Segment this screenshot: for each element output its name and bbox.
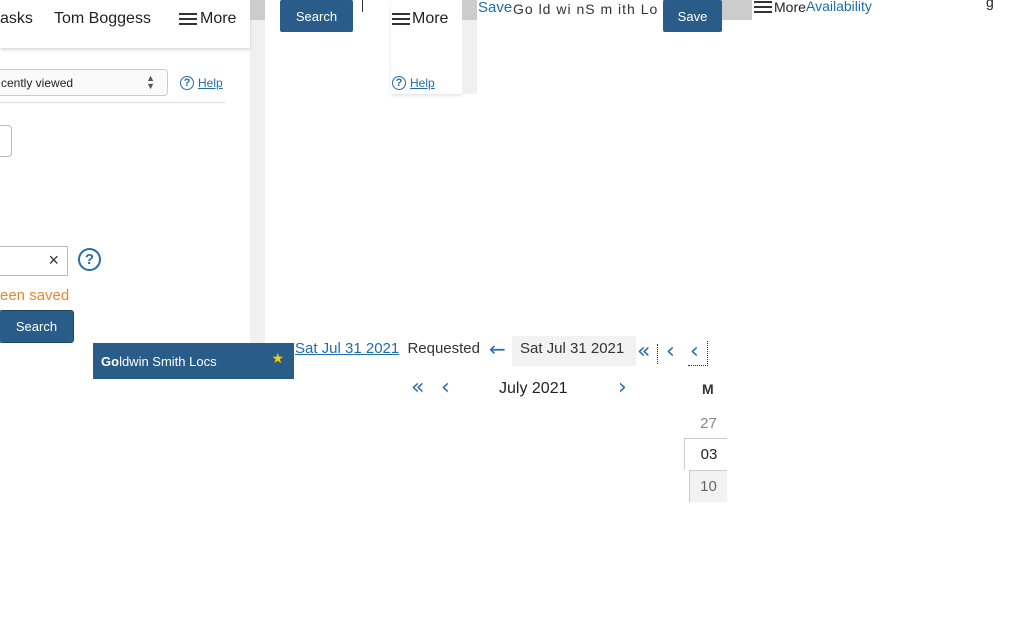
double-chevron-left-icon[interactable]: « <box>637 341 650 363</box>
help-link-c[interactable]: ? Help <box>392 76 435 90</box>
calendar-next-month-icon[interactable]: › <box>618 377 627 399</box>
date-link[interactable]: Sat Jul 31 2021 <box>295 340 399 357</box>
nav-tasks-link[interactable]: asks <box>0 10 33 28</box>
nav-more-label: More <box>412 10 449 27</box>
chevron-left-icon-focused[interactable]: ‹ <box>688 341 708 366</box>
search-button-a[interactable]: Search <box>0 310 74 343</box>
tail-text: g <box>986 0 994 10</box>
help-link-a[interactable]: ? Help <box>180 76 223 90</box>
cursor-mark <box>362 0 363 12</box>
date-text: Sat Jul 31 2021 <box>520 340 625 357</box>
select-arrows-icon: ▲ ▼ <box>146 73 155 91</box>
calendar-day-cell[interactable]: 10 <box>689 470 727 502</box>
back-arrow-icon[interactable]: ← <box>489 337 506 361</box>
calendar-month-title: July 2021 <box>499 380 568 397</box>
help-circle-icon-large[interactable]: ? <box>78 248 101 271</box>
calendar-prev-month-icon[interactable]: ‹ <box>441 377 450 399</box>
nav-more-button-c[interactable]: More <box>392 10 448 28</box>
favorite-item-goldwin-smith-locs[interactable]: Go ldwin Smith Locs ★ <box>93 343 294 379</box>
help-circle-icon: ? <box>392 76 406 90</box>
left-gutter <box>250 0 265 343</box>
nav-user-name[interactable]: Tom Boggess <box>54 10 151 28</box>
recently-viewed-value: cently viewed <box>1 75 74 90</box>
focus-dots <box>657 344 659 364</box>
nav-more-label: More <box>200 10 237 27</box>
saved-status-message: een saved <box>0 287 70 304</box>
search-input-a[interactable]: × <box>0 246 68 276</box>
calendar-day-number: 27 <box>700 414 717 432</box>
help-circle-icon: ? <box>180 76 194 90</box>
calendar-day-cell[interactable]: 27 <box>690 408 727 438</box>
calendar-prev-year-icon[interactable]: « <box>411 377 424 399</box>
save-link[interactable]: Save <box>478 0 512 16</box>
calendar-day-cell[interactable]: 03 <box>684 438 727 470</box>
save-button[interactable]: Save <box>663 0 722 32</box>
hamburger-icon <box>179 10 197 28</box>
divider-a <box>0 102 225 103</box>
garbled-title: Go ld wi nS m ith Lo c s <box>513 1 685 17</box>
panel-c-header-strip <box>462 0 477 20</box>
clear-icon[interactable]: × <box>48 250 59 271</box>
nav-more-button-e[interactable]: More <box>754 0 806 16</box>
star-icon[interactable]: ★ <box>271 351 284 367</box>
requested-label: Requested <box>407 340 480 357</box>
recently-viewed-select[interactable]: cently viewed ▲ ▼ <box>0 69 168 96</box>
nav-more-button[interactable]: More <box>179 10 236 28</box>
calendar-day-header-monday: M <box>702 381 714 397</box>
help-label: Help <box>410 76 435 90</box>
favorite-label-bold: Go <box>101 353 120 369</box>
availability-link[interactable]: Availability <box>806 0 872 14</box>
favorite-label: ldwin Smith Locs <box>119 353 217 369</box>
calendar-day-number: 03 <box>700 446 718 463</box>
calendar-day-number: 10 <box>700 478 717 495</box>
hamburger-icon <box>754 0 772 16</box>
text-input-a[interactable] <box>0 125 12 157</box>
help-label: Help <box>198 76 223 90</box>
nav-more-label: More <box>774 0 806 15</box>
hamburger-icon <box>392 10 410 28</box>
search-button-b[interactable]: Search <box>280 0 353 32</box>
chevron-left-icon[interactable]: ‹ <box>666 341 675 363</box>
requested-label-clip: Requested <box>404 340 482 360</box>
